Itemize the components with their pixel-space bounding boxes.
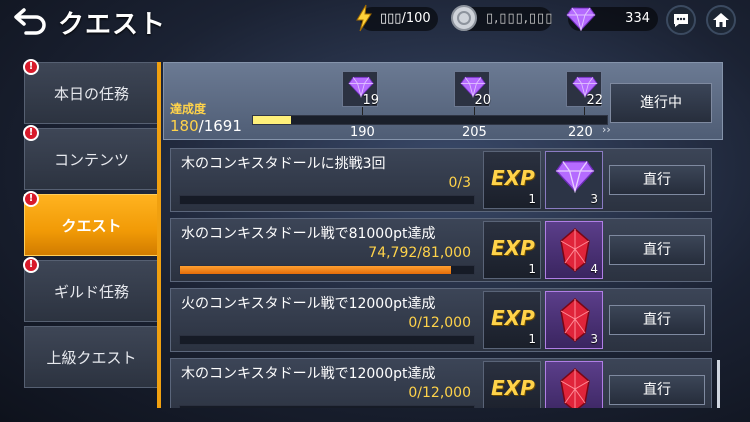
sidebar-divider — [157, 62, 161, 408]
in-progress-button[interactable]: 進行中 — [610, 83, 712, 123]
milestone-marker — [362, 107, 363, 115]
header-bar: クエスト ▯▯▯/100 ▯,▯▯▯,▯▯▯ 334 — [0, 0, 750, 44]
milestone-reward[interactable]: 19 — [342, 71, 379, 108]
quest-progress-bar — [179, 265, 475, 275]
red-crystal-icon — [560, 368, 590, 408]
milestone-marker — [474, 107, 475, 115]
alert-badge: ! — [23, 59, 39, 75]
sidebar: 本日の任務 ! コンテンツ ! クエスト ! ギルド任務 ! 上級クエスト — [23, 59, 162, 402]
achievement-progress-panel: 達成度 180/1691 19 190 20 205 22 220 ›› 進行中 — [163, 62, 723, 140]
milestone-reward-count: 22 — [586, 93, 603, 108]
quest-row: 火のコンキスタドール戦で12000pt達成 0/12,000 EXP 1 3 直… — [170, 288, 712, 352]
exp-label: EXP — [491, 306, 535, 330]
sidebar-item-advanced-quest[interactable]: 上級クエスト — [24, 326, 158, 388]
achievement-current: 180 — [170, 117, 199, 135]
page-title: クエスト — [58, 10, 167, 40]
quest-progress-bar — [179, 335, 475, 345]
go-button[interactable]: 直行 — [609, 305, 705, 335]
scrollbar[interactable] — [717, 360, 720, 408]
achievement-label: 達成度 — [170, 102, 207, 116]
quest-title: 木のコンキスタドールに挑戦3回 — [181, 156, 386, 172]
alert-badge: ! — [23, 257, 39, 273]
crystal-reward: 4 — [545, 221, 603, 279]
alert-badge: ! — [23, 191, 39, 207]
back-arrow-icon[interactable] — [14, 6, 48, 36]
red-crystal-icon — [560, 298, 590, 342]
exp-label: EXP — [491, 236, 535, 260]
quest-progress-bar — [179, 195, 475, 205]
sidebar-item-label: 本日の任務 — [53, 85, 129, 103]
milestone-threshold: 205 — [462, 125, 487, 140]
milestone-threshold: 220 — [568, 125, 593, 140]
exp-count: 1 — [528, 332, 536, 346]
sidebar-item-daily-missions[interactable]: 本日の任務 ! — [23, 59, 158, 124]
stamina-value: ▯▯▯/100 — [380, 11, 431, 26]
milestone-reward[interactable]: 22 — [566, 71, 603, 108]
quest-title: 火のコンキスタドール戦で12000pt達成 — [181, 296, 436, 312]
quest-title: 木のコンキスタドール戦で12000pt達成 — [181, 366, 436, 382]
crystal-reward: 3 — [545, 291, 603, 349]
milestone-threshold: 190 — [350, 125, 375, 140]
home-button[interactable] — [706, 5, 736, 35]
go-button[interactable]: 直行 — [609, 165, 705, 195]
home-icon — [713, 13, 729, 27]
quest-row: 水のコンキスタドール戦で81000pt達成 74,792/81,000 EXP … — [170, 218, 712, 282]
gem-reward: 3 — [545, 151, 603, 209]
coin-icon — [451, 5, 477, 31]
exp-label: EXP — [491, 376, 535, 400]
milestone-reward-count: 19 — [362, 93, 379, 108]
purple-gem-icon — [555, 161, 595, 193]
stamina-counter: ▯▯▯/100 — [356, 4, 438, 32]
purple-gem-icon — [566, 7, 596, 31]
quest-progress-value: 0/3 — [448, 175, 471, 191]
chat-icon — [674, 14, 688, 27]
crystal-reward — [545, 361, 603, 408]
quest-progress-fill — [180, 266, 452, 274]
quest-progress-value: 74,792/81,000 — [368, 245, 471, 261]
sidebar-item-guild-missions[interactable]: ギルド任務 ! — [23, 257, 158, 322]
quest-row: 木のコンキスタドールに挑戦3回 0/3 EXP 1 3 直行 — [170, 148, 712, 212]
sidebar-item-label: 上級クエスト — [46, 349, 137, 367]
quest-row: 木のコンキスタドール戦で12000pt達成 0/12,000 EXP 直行 — [170, 358, 712, 408]
sidebar-item-quest[interactable]: クエスト ! — [23, 191, 158, 256]
gem-counter: 334 — [566, 7, 658, 31]
alert-badge: ! — [23, 125, 39, 141]
reward-count: 3 — [590, 192, 598, 206]
achievement-value: 180/1691 — [170, 117, 242, 135]
red-crystal-icon — [560, 228, 590, 272]
chat-button[interactable] — [666, 5, 696, 35]
sidebar-item-label: ギルド任務 — [53, 283, 129, 301]
milestone-marker — [584, 107, 585, 115]
go-button[interactable]: 直行 — [609, 375, 705, 405]
more-milestones-icon: ›› — [602, 123, 611, 136]
exp-reward: EXP 1 — [483, 221, 541, 279]
achievement-progress-bar — [252, 115, 608, 125]
coin-counter: ▯,▯▯▯,▯▯▯ — [451, 5, 554, 31]
go-button[interactable]: 直行 — [609, 235, 705, 265]
sidebar-item-contents[interactable]: コンテンツ ! — [23, 125, 158, 190]
quest-title: 水のコンキスタドール戦で81000pt達成 — [181, 226, 436, 242]
milestone-reward[interactable]: 20 — [454, 71, 491, 108]
exp-count: 1 — [528, 192, 536, 206]
quest-list[interactable]: 木のコンキスタドールに挑戦3回 0/3 EXP 1 3 直行 水のコンキスタドー… — [170, 146, 718, 408]
reward-count: 3 — [590, 332, 598, 346]
lightning-icon — [356, 4, 372, 32]
coin-value: ▯,▯▯▯,▯▯▯ — [486, 11, 554, 26]
milestone-reward-count: 20 — [474, 93, 491, 108]
quest-progress-value: 0/12,000 — [408, 315, 471, 331]
gem-value: 334 — [625, 11, 650, 26]
exp-label: EXP — [491, 166, 535, 190]
exp-reward: EXP 1 — [483, 151, 541, 209]
sidebar-item-label: クエスト — [61, 217, 122, 235]
exp-reward: EXP — [483, 361, 541, 408]
achievement-total: /1691 — [198, 117, 242, 135]
exp-reward: EXP 1 — [483, 291, 541, 349]
quest-progress-value: 0/12,000 — [408, 385, 471, 401]
reward-count: 4 — [590, 262, 598, 276]
achievement-progress-fill — [253, 116, 291, 124]
sidebar-item-label: コンテンツ — [53, 151, 129, 169]
quest-progress-bar — [179, 405, 475, 408]
exp-count: 1 — [528, 262, 536, 276]
